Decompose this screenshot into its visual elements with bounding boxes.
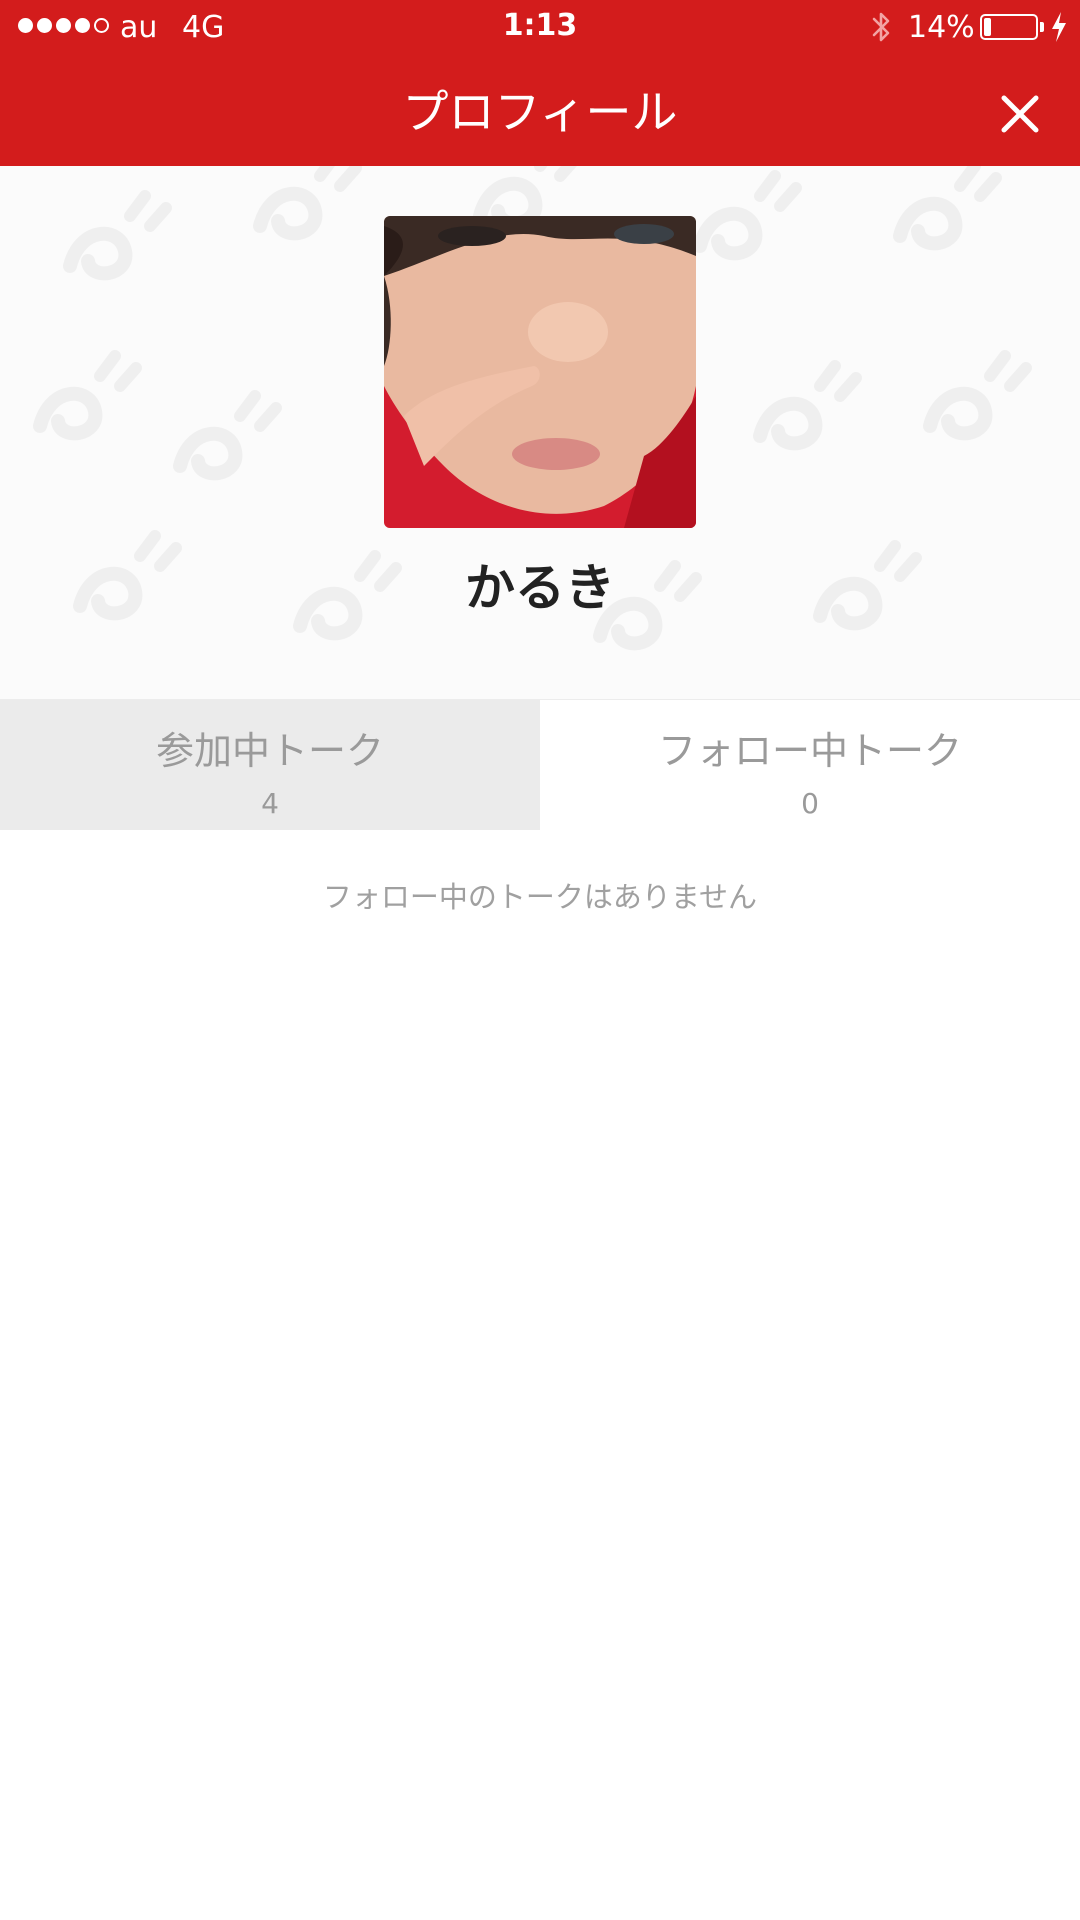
close-icon[interactable] — [990, 84, 1050, 144]
tab-joined-talks[interactable]: 参加中トーク 4 — [0, 700, 540, 830]
bluetooth-icon — [872, 12, 890, 42]
empty-state-message: フォロー中のトークはありません — [322, 880, 758, 914]
status-bar: au 4G 1:13 14% — [0, 0, 1080, 54]
username: かるき — [465, 559, 615, 617]
tab-label: フォロー中トーク — [657, 729, 962, 773]
tab-count: 4 — [261, 787, 279, 820]
battery-icon — [980, 14, 1038, 40]
tab-following-talks[interactable]: フォロー中トーク 0 — [540, 700, 1080, 830]
tab-label: 参加中トーク — [155, 729, 384, 773]
charging-icon — [1052, 12, 1066, 42]
battery-cap — [1040, 22, 1044, 32]
tab-count: 0 — [801, 787, 819, 820]
talk-tabs: 参加中トーク 4 フォロー中トーク 0 — [0, 699, 1080, 830]
avatar[interactable] — [384, 216, 696, 528]
page-title: プロフィール — [402, 85, 678, 139]
battery-fill — [984, 18, 991, 36]
top-bar: au 4G 1:13 14% プロフィール — [0, 0, 1080, 166]
profile-header: かるき — [0, 166, 1080, 699]
battery-percent: 14% — [908, 10, 975, 45]
